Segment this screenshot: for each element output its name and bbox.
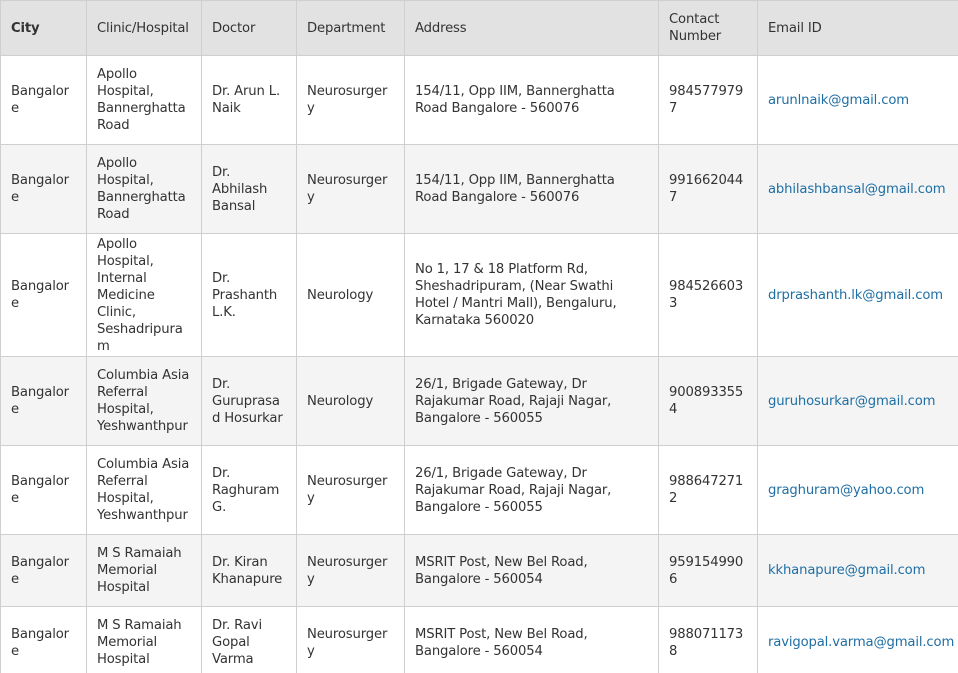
doctor-cell: Dr. Kiran Khanapure bbox=[201, 534, 297, 607]
city-cell: Bangalore bbox=[0, 233, 87, 357]
doctors-table: City Clinic/Hospital Doctor Department A… bbox=[0, 0, 958, 673]
email-link[interactable]: drprashanth.lk@gmail.com bbox=[768, 288, 943, 303]
email-cell: graghuram@yahoo.com bbox=[757, 445, 958, 535]
doctor-cell: Dr. Abhilash Bansal bbox=[201, 144, 297, 234]
email-cell: drprashanth.lk@gmail.com bbox=[757, 233, 958, 357]
city-cell: Bangalore bbox=[0, 606, 87, 673]
doctor-cell: Dr. Arun L. Naik bbox=[201, 55, 297, 145]
table-row: Bangalore Apollo Hospital, Bannerghatta … bbox=[0, 55, 958, 145]
city-cell: Bangalore bbox=[0, 534, 87, 607]
city-cell: Bangalore bbox=[0, 356, 87, 446]
column-header-email: Email ID bbox=[757, 0, 958, 56]
header-row: City Clinic/Hospital Doctor Department A… bbox=[0, 0, 958, 56]
department-cell: Neurosurgery bbox=[296, 534, 405, 607]
table-row: Bangalore Apollo Hospital, Internal Medi… bbox=[0, 233, 958, 357]
department-cell: Neurosurgery bbox=[296, 606, 405, 673]
city-cell: Bangalore bbox=[0, 55, 87, 145]
column-header-clinic: Clinic/Hospital bbox=[86, 0, 202, 56]
column-header-doctor: Doctor bbox=[201, 0, 297, 56]
address-cell: MSRIT Post, New Bel Road, Bangalore - 56… bbox=[404, 606, 659, 673]
department-cell: Neurosurgery bbox=[296, 144, 405, 234]
clinic-cell: M S Ramaiah Memorial Hospital bbox=[86, 606, 202, 673]
clinic-cell: Columbia Asia Referral Hospital, Yeshwan… bbox=[86, 356, 202, 446]
clinic-cell: Apollo Hospital, Internal Medicine Clini… bbox=[86, 233, 202, 357]
email-cell: arunlnaik@gmail.com bbox=[757, 55, 958, 145]
address-cell: No 1, 17 & 18 Platform Rd, Sheshadripura… bbox=[404, 233, 659, 357]
email-link[interactable]: graghuram@yahoo.com bbox=[768, 483, 924, 498]
clinic-cell: Apollo Hospital, Bannerghatta Road bbox=[86, 55, 202, 145]
table-row: Bangalore M S Ramaiah Memorial Hospital … bbox=[0, 606, 958, 673]
doctor-cell: Dr. Prashanth L.K. bbox=[201, 233, 297, 357]
contact-cell: 9845779797 bbox=[658, 55, 758, 145]
table-body: Bangalore Apollo Hospital, Bannerghatta … bbox=[0, 55, 958, 673]
doctor-cell: Dr. Ravi Gopal Varma bbox=[201, 606, 297, 673]
email-link[interactable]: abhilashbansal@gmail.com bbox=[768, 182, 946, 197]
contact-cell: 9916620447 bbox=[658, 144, 758, 234]
email-cell: ravigopal.varma@gmail.com bbox=[757, 606, 958, 673]
email-cell: kkhanapure@gmail.com bbox=[757, 534, 958, 607]
contact-cell: 9591549906 bbox=[658, 534, 758, 607]
address-cell: MSRIT Post, New Bel Road, Bangalore - 56… bbox=[404, 534, 659, 607]
email-cell: abhilashbansal@gmail.com bbox=[757, 144, 958, 234]
email-link[interactable]: arunlnaik@gmail.com bbox=[768, 93, 909, 108]
contact-cell: 9886472712 bbox=[658, 445, 758, 535]
doctor-cell: Dr. Guruprasad Hosurkar bbox=[201, 356, 297, 446]
doctor-cell: Dr. Raghuram G. bbox=[201, 445, 297, 535]
email-cell: guruhosurkar@gmail.com bbox=[757, 356, 958, 446]
city-cell: Bangalore bbox=[0, 144, 87, 234]
clinic-cell: Apollo Hospital, Bannerghatta Road bbox=[86, 144, 202, 234]
column-header-department: Department bbox=[296, 0, 405, 56]
department-cell: Neurology bbox=[296, 356, 405, 446]
table-row: Bangalore Apollo Hospital, Bannerghatta … bbox=[0, 144, 958, 234]
contact-cell: 9845266033 bbox=[658, 233, 758, 357]
contact-cell: 9880711738 bbox=[658, 606, 758, 673]
department-cell: Neurosurgery bbox=[296, 55, 405, 145]
email-link[interactable]: kkhanapure@gmail.com bbox=[768, 563, 925, 578]
city-cell: Bangalore bbox=[0, 445, 87, 535]
contact-cell: 9008933554 bbox=[658, 356, 758, 446]
address-cell: 154/11, Opp IIM, Bannerghatta Road Banga… bbox=[404, 55, 659, 145]
column-header-city: City bbox=[0, 0, 87, 56]
clinic-cell: Columbia Asia Referral Hospital, Yeshwan… bbox=[86, 445, 202, 535]
address-cell: 26/1, Brigade Gateway, Dr Rajakumar Road… bbox=[404, 356, 659, 446]
department-cell: Neurology bbox=[296, 233, 405, 357]
address-cell: 26/1, Brigade Gateway, Dr Rajakumar Road… bbox=[404, 445, 659, 535]
table-header: City Clinic/Hospital Doctor Department A… bbox=[0, 0, 958, 56]
table-row: Bangalore M S Ramaiah Memorial Hospital … bbox=[0, 534, 958, 607]
address-cell: 154/11, Opp IIM, Bannerghatta Road Banga… bbox=[404, 144, 659, 234]
email-link[interactable]: ravigopal.varma@gmail.com bbox=[768, 635, 954, 650]
column-header-contact: Contact Number bbox=[658, 0, 758, 56]
department-cell: Neurosurgery bbox=[296, 445, 405, 535]
table-row: Bangalore Columbia Asia Referral Hospita… bbox=[0, 356, 958, 446]
table-row: Bangalore Columbia Asia Referral Hospita… bbox=[0, 445, 958, 535]
column-header-address: Address bbox=[404, 0, 659, 56]
email-link[interactable]: guruhosurkar@gmail.com bbox=[768, 394, 936, 409]
clinic-cell: M S Ramaiah Memorial Hospital bbox=[86, 534, 202, 607]
